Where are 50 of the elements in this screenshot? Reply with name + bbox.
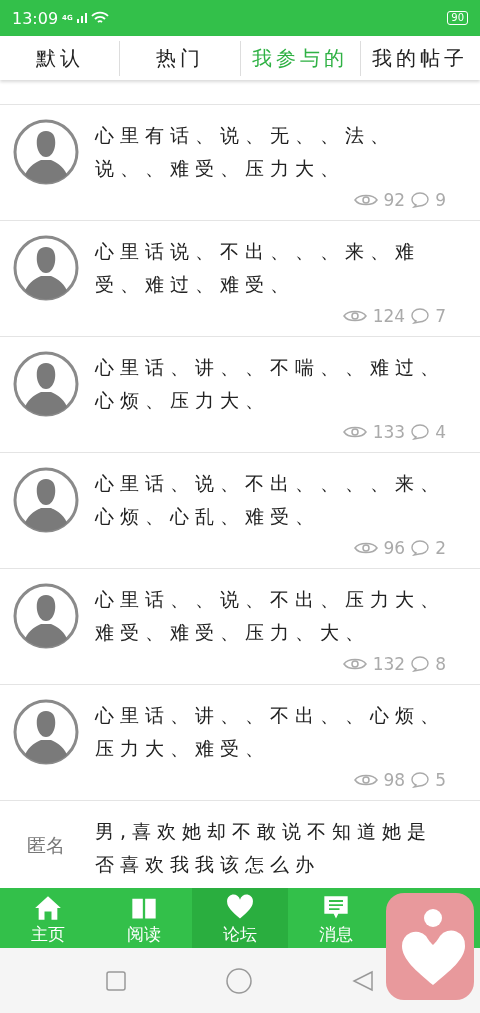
avatar-icon	[13, 583, 79, 649]
comment-count: 2	[435, 538, 446, 558]
avatar-icon	[13, 235, 79, 301]
comment-icon	[411, 656, 430, 672]
wifi-icon	[90, 11, 109, 25]
post-title[interactable]: 心里话、说、不出、、、、来、心烦、心乱、难受、	[95, 467, 455, 533]
back-button[interactable]	[352, 969, 374, 992]
eye-icon	[342, 425, 367, 439]
eye-icon	[353, 773, 378, 787]
signal-icon	[76, 13, 87, 23]
post-title[interactable]: 男,喜欢她却不敢说不知道她是否喜欢我我该怎么办	[95, 815, 455, 881]
avatar-icon	[13, 699, 79, 765]
post-title[interactable]: 心里话、讲、、不喘、、难过、心烦、压力大、	[95, 351, 455, 417]
view-count: 92	[383, 190, 406, 210]
view-count: 96	[383, 538, 406, 558]
view-count: 98	[383, 770, 406, 790]
post-title[interactable]: 心里有话、说、无、、法、说、、难受、压力大、	[95, 119, 455, 185]
home-button[interactable]	[226, 967, 252, 994]
tab[interactable]: 默认	[0, 40, 120, 76]
eye-icon	[342, 657, 367, 671]
comment-icon	[411, 424, 430, 440]
view-count: 132	[372, 654, 406, 674]
view-count: 133	[372, 422, 406, 442]
post-title[interactable]: 心里话说、不出、、、来、难受、难过、难受、	[95, 235, 455, 301]
comment-count: 5	[435, 770, 446, 790]
comment-icon	[411, 192, 430, 208]
comment-count: 7	[435, 306, 446, 326]
comment-icon	[411, 772, 430, 788]
comment-icon	[411, 308, 430, 324]
comment-count: 8	[435, 654, 446, 674]
post-title[interactable]: 心里话、讲、、不出、、心烦、压力大、难受、	[95, 699, 455, 765]
tab[interactable]: 热门	[119, 40, 240, 76]
author-name: 匿名	[26, 833, 66, 858]
comment-count: 4	[435, 422, 446, 442]
home-icon	[34, 894, 62, 922]
comment-icon	[411, 540, 430, 556]
avatar-icon	[13, 351, 79, 417]
avatar-icon	[13, 467, 79, 533]
tab[interactable]: 我的帖子	[359, 40, 480, 76]
recents-button[interactable]	[106, 970, 126, 991]
eye-icon	[342, 309, 367, 323]
eye-icon	[353, 541, 378, 555]
floating-app-button[interactable]	[386, 893, 474, 1000]
battery-level: 90	[447, 11, 468, 25]
comment-count: 9	[435, 190, 446, 210]
post-title[interactable]: 心里话、、说、不出、压力大、难受、难受、压力、大、	[95, 583, 455, 649]
avatar-icon	[13, 119, 79, 185]
eye-icon	[353, 193, 378, 207]
view-count: 124	[372, 306, 406, 326]
status-time: 13:09	[12, 8, 59, 28]
